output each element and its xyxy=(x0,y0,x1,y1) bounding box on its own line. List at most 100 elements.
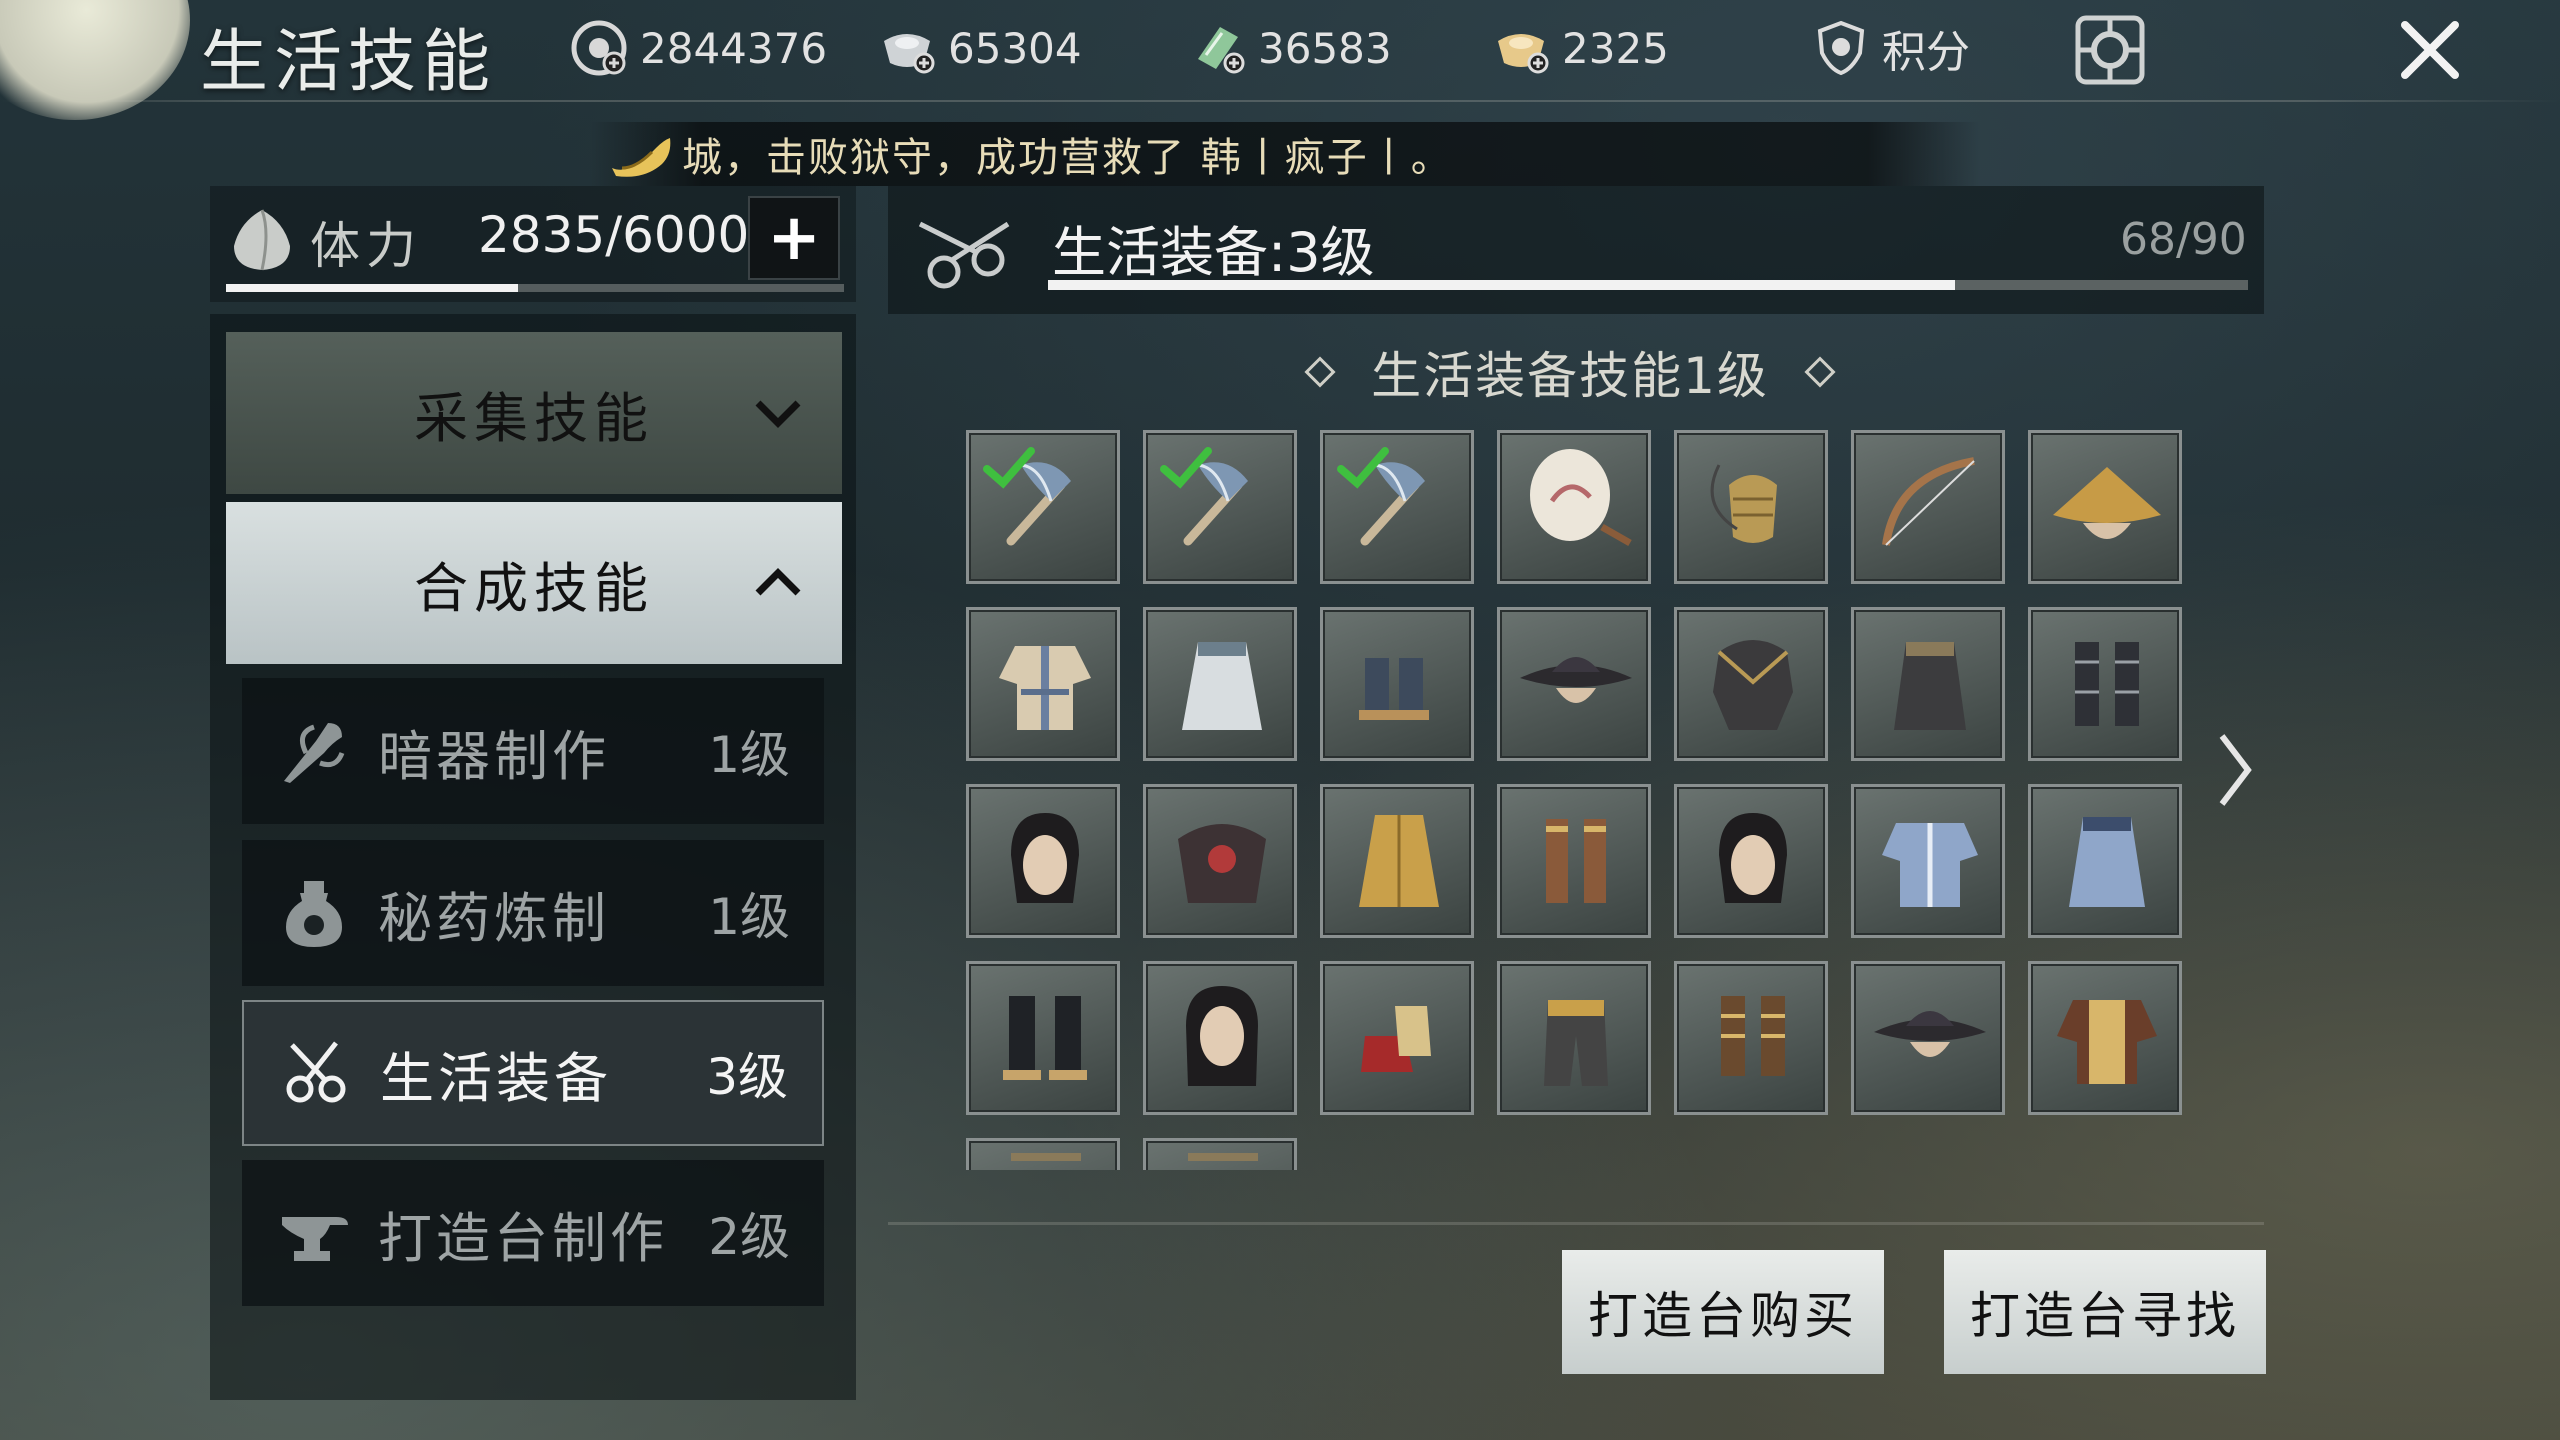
diamond-icon xyxy=(1304,356,1336,388)
recipe-slot[interactable] xyxy=(1674,784,1828,938)
dart-icon xyxy=(274,711,354,791)
bow-icon xyxy=(1882,457,1975,546)
recipe-slot[interactable] xyxy=(966,961,1120,1115)
gold-pants-icon xyxy=(1544,1000,1608,1086)
jade-value: 36583 xyxy=(1258,23,1392,73)
category-label: 采集技能 xyxy=(414,386,654,450)
recipe-slot[interactable] xyxy=(1143,961,1297,1115)
sidebar-item-level: 1级 xyxy=(708,726,790,784)
recipe-slot[interactable] xyxy=(1320,607,1474,761)
straw-hat-icon xyxy=(2053,467,2161,539)
dark-hat-icon xyxy=(1520,657,1632,703)
recipe-slot[interactable] xyxy=(2028,430,2182,584)
horn-icon xyxy=(606,128,676,186)
close-button[interactable] xyxy=(2380,10,2480,90)
footer-divider xyxy=(888,1222,2264,1225)
recipe-slot[interactable] xyxy=(1143,430,1297,584)
recipe-slot[interactable] xyxy=(1851,961,2005,1115)
recipe-slot[interactable] xyxy=(966,607,1120,761)
sidebar-item-label: 打造台制作 xyxy=(378,1206,668,1270)
recipe-slot[interactable] xyxy=(966,784,1120,938)
broadcast-marquee: 城，击败狱守，成功营救了 韩丨疯子丨。 xyxy=(590,122,1980,186)
recipe-slot[interactable] xyxy=(1851,607,2005,761)
sidebar-item-forge-table[interactable]: 打造台制作 2级 xyxy=(242,1160,824,1306)
bracers-icon xyxy=(1546,819,1606,903)
anvil-icon xyxy=(274,1193,354,1273)
recipe-slot[interactable] xyxy=(1143,1138,1297,1170)
next-page-button[interactable] xyxy=(2210,730,2260,810)
category-label: 合成技能 xyxy=(414,556,654,620)
coin-icon xyxy=(570,19,628,77)
chevron-down-icon xyxy=(755,400,801,428)
marquee-text: 城，击败狱守，成功营救了 韩丨疯子丨。 xyxy=(682,135,1453,181)
skill-title: 生活装备:3级 xyxy=(1052,221,1375,284)
recipe-slot[interactable] xyxy=(1497,607,1651,761)
recipe-slot[interactable] xyxy=(1320,784,1474,938)
recipe-slot[interactable] xyxy=(2028,961,2182,1115)
hairstyle-icon xyxy=(1011,813,1079,903)
skill-progress-text: 68/90 xyxy=(2120,214,2247,265)
buy-forge-table-button[interactable]: 打造台购买 xyxy=(1562,1250,1884,1374)
blue-skirt-icon xyxy=(2069,817,2145,907)
medicine-bottle-icon xyxy=(274,873,354,953)
recipe-slot[interactable] xyxy=(1143,784,1297,938)
recipe-grid xyxy=(966,430,2196,1170)
silver-value: 65304 xyxy=(948,23,1082,73)
sidebar-item-medicine[interactable]: 秘药炼制 1级 xyxy=(242,840,824,986)
add-stamina-button[interactable]: + xyxy=(748,196,840,280)
settings-emblem-icon[interactable] xyxy=(2070,10,2150,90)
checkmark-icon xyxy=(1160,447,1212,489)
boots-icon xyxy=(1003,996,1087,1080)
sidebar-item-level: 3级 xyxy=(706,1048,788,1106)
dark-hat-icon xyxy=(1874,1011,1986,1057)
scissors-icon xyxy=(276,1033,356,1113)
sandals-icon xyxy=(1721,996,1785,1076)
stamina-label: 体力 xyxy=(310,217,422,275)
checkmark-icon xyxy=(983,447,1035,489)
recipe-slot[interactable] xyxy=(1320,961,1474,1115)
sidebar-item-label: 生活装备 xyxy=(380,1046,612,1110)
category-crafting[interactable]: 合成技能 xyxy=(226,502,842,664)
stamina-value: 2835/6000 xyxy=(478,206,750,264)
recipe-slot[interactable] xyxy=(1497,430,1651,584)
stamina-bar-fill xyxy=(226,284,518,292)
fur-armor-icon xyxy=(1178,824,1266,903)
diamond-icon xyxy=(1804,356,1836,388)
sidebar-item-level: 2级 xyxy=(708,1208,790,1266)
hairstyle-icon xyxy=(1719,813,1787,903)
stamina-icon xyxy=(224,202,300,278)
shoes-icon xyxy=(1359,658,1429,720)
coin-value: 2844376 xyxy=(640,23,828,73)
resource-coin: 2844376 xyxy=(570,18,827,78)
skill-progress-fill xyxy=(1048,280,1955,290)
resource-silver: 65304 xyxy=(878,18,1082,78)
points-button[interactable]: 积分 xyxy=(1812,18,1970,78)
find-forge-table-button[interactable]: 打造台寻找 xyxy=(1944,1250,2266,1374)
sidebar-item-life-equipment[interactable]: 生活装备 3级 xyxy=(242,1000,824,1146)
points-label: 积分 xyxy=(1882,27,1970,78)
section-title-text: 生活装备技能1级 xyxy=(1371,347,1769,405)
recipe-slot[interactable] xyxy=(1143,607,1297,761)
recipe-slot[interactable] xyxy=(1497,784,1651,938)
sidebar-item-label: 暗器制作 xyxy=(378,724,610,788)
long-hair-icon xyxy=(1186,986,1258,1086)
recipe-slot[interactable] xyxy=(1851,784,2005,938)
blue-armor-icon xyxy=(1882,823,1978,907)
red-shoes-icon xyxy=(1361,1006,1431,1072)
close-icon xyxy=(2401,21,2459,79)
scissors-icon xyxy=(910,194,1020,304)
page-title: 生活技能 xyxy=(200,23,497,102)
category-gathering[interactable]: 采集技能 xyxy=(226,332,842,494)
recipe-slot[interactable] xyxy=(1674,430,1828,584)
recipe-slot[interactable] xyxy=(1851,430,2005,584)
sidebar-item-hidden-weapon[interactable]: 暗器制作 1级 xyxy=(242,678,824,824)
recipe-slot[interactable] xyxy=(1674,961,1828,1115)
header-divider xyxy=(0,100,2560,102)
recipe-slot[interactable] xyxy=(2028,607,2182,761)
recipe-slot[interactable] xyxy=(1497,961,1651,1115)
recipe-slot[interactable] xyxy=(966,430,1120,584)
recipe-slot[interactable] xyxy=(1320,430,1474,584)
recipe-slot[interactable] xyxy=(1674,607,1828,761)
recipe-slot[interactable] xyxy=(2028,784,2182,938)
recipe-slot[interactable] xyxy=(966,1138,1120,1170)
